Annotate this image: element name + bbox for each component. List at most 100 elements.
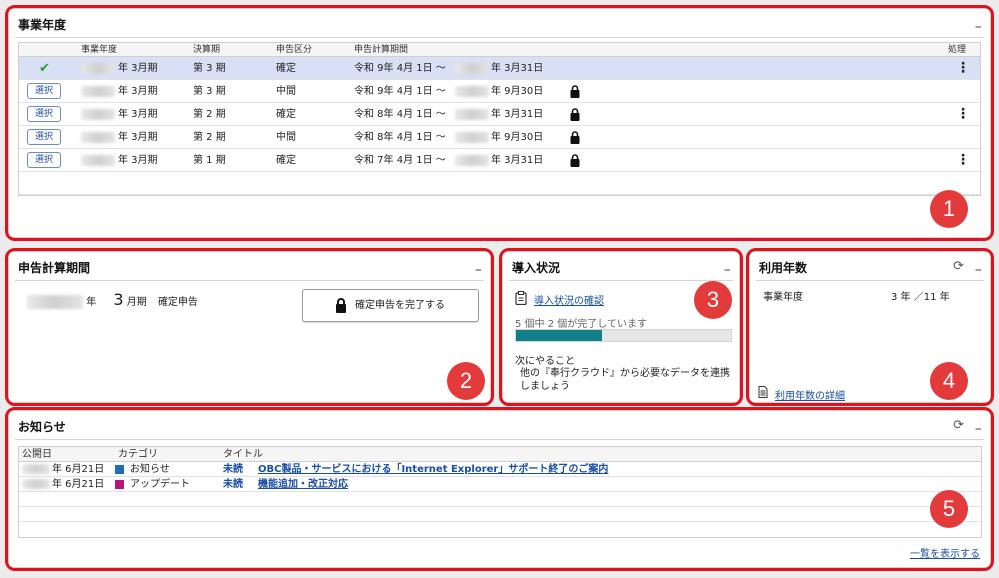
usage-value: 3 年 ／11 年: [891, 292, 950, 303]
redacted-year: [455, 131, 489, 143]
setup-status-title: 導入状況: [512, 261, 561, 275]
lock-icon: [570, 131, 580, 147]
refresh-icon[interactable]: ⟳: [953, 418, 964, 433]
progress-text: 5 個中 2 個が完了しています: [515, 319, 647, 330]
select-button[interactable]: 選択: [27, 106, 61, 122]
lock-icon: [570, 154, 580, 170]
minimize-icon[interactable]: _: [976, 417, 982, 430]
redacted-year: [27, 295, 83, 309]
fiscal-year-rows: ✔ 年 3月期第 3 期確定 令和 9年 4月 1日 ～年 3月31日 ⋮ 選択年 3月…: [19, 57, 980, 172]
minimize-icon[interactable]: _: [976, 15, 982, 28]
period-end-cell: 年 3月31日: [491, 109, 544, 120]
show-all-link[interactable]: 一覧を表示する: [910, 545, 980, 560]
title-divider: [15, 280, 484, 281]
usage-detail-link[interactable]: 利用年数の詳細: [775, 387, 845, 402]
redacted-year: [22, 464, 50, 474]
refresh-icon[interactable]: ⟳: [953, 259, 964, 274]
next-step-label: 次にやること: [515, 356, 575, 367]
table-row[interactable]: 選択 年 3月期 第 2 期 中間 令和 8年 4月 1日 ～ 年 9月30日: [19, 126, 980, 149]
unread-status: 未読: [223, 464, 243, 475]
news-table: 公開日 カテゴリ タイトル 年 6月21日 お知らせ 未読 OBC製品・サービスにおけ…: [18, 446, 982, 538]
period-end-cell: 年 9月30日: [491, 132, 544, 143]
fiscal-year-cell: 年 3月期: [118, 132, 158, 143]
period-start-cell: 令和 9年 4月 1日 ～: [354, 86, 446, 97]
more-menu-icon[interactable]: ⋮: [956, 103, 970, 126]
next-step-text: 他の『奉行クラウド』から必要なデータを連携しましょう: [520, 368, 730, 392]
minimize-icon[interactable]: _: [725, 258, 731, 271]
more-menu-icon[interactable]: ⋮: [956, 57, 970, 80]
news-title-link[interactable]: 機能追加・改正対応: [258, 477, 348, 492]
period-summary: 年 3 月期 確定申告: [27, 290, 198, 309]
news-rows: 年 6月21日 お知らせ 未読 OBC製品・サービスにおける「Internet Exp…: [19, 462, 981, 492]
callout-badge-4: 4: [930, 362, 968, 400]
redacted-year: [455, 108, 489, 120]
select-button[interactable]: 選択: [27, 83, 61, 99]
table-header: 公開日 カテゴリ タイトル: [19, 447, 981, 462]
period-start-cell: 令和 9年 4月 1日 ～: [354, 63, 446, 74]
unread-status: 未読: [223, 479, 243, 490]
fiscal-year-cell: 年 3月期: [118, 109, 158, 120]
redacted-year: [81, 131, 115, 143]
period-start-cell: 令和 7年 4月 1日 ～: [354, 155, 446, 166]
select-button[interactable]: 選択: [27, 152, 61, 168]
news-date: 年 6月21日: [52, 479, 105, 490]
table-row[interactable]: 選択 年 3月期 第 1 期 確定 令和 7年 4月 1日 ～ 年 3月31日 ⋮: [19, 149, 980, 172]
usage-years-title: 利用年数: [759, 261, 808, 275]
category-color-square: [115, 480, 124, 489]
filing-type-cell: 中間: [276, 86, 296, 97]
news-row[interactable]: 年 6月21日 お知らせ 未読 OBC製品・サービスにおける「Internet Exp…: [19, 462, 981, 477]
progress-bar: [515, 329, 732, 342]
period-panel: 申告計算期間 _ 年 3 月期 確定申告 確定申告を完了する: [8, 251, 491, 403]
callout-badge-1: 1: [930, 190, 968, 228]
news-category: アップデート: [130, 479, 190, 490]
col-date: 公開日: [22, 449, 52, 460]
redacted-year: [81, 85, 115, 97]
year-suffix: 年: [86, 297, 97, 308]
fiscal-year-title: 事業年度: [18, 18, 67, 32]
col-period: 申告計算期間: [354, 45, 409, 55]
term-cell: 第 2 期: [193, 132, 226, 143]
redacted-year: [455, 62, 489, 74]
redacted-year: [81, 62, 115, 74]
table-row[interactable]: ✔ 年 3月期 第 3 期 確定 令和 9年 4月 1日 ～ 年 3月31日 ⋮: [19, 57, 980, 80]
minimize-icon[interactable]: _: [476, 258, 482, 271]
setup-status-panel: 導入状況 _ 導入状況の確認 5 個中 2 個が完了しています 次にやること 他…: [502, 251, 740, 403]
col-filing-type: 申告区分: [276, 45, 313, 55]
clipboard-icon: [515, 291, 527, 308]
table-row[interactable]: 選択 年 3月期 第 3 期 中間 令和 9年 4月 1日 ～ 年 9月30日: [19, 80, 980, 103]
filing-type-cell: 確定: [276, 155, 296, 166]
title-divider: [509, 280, 733, 281]
fiscal-year-table: 事業年度 決算期 申告区分 申告計算期間 処理 ✔ 年 3月期第 3 期確定 令和 …: [18, 42, 981, 196]
table-row[interactable]: 選択 年 3月期 第 2 期 確定 令和 8年 4月 1日 ～ 年 3月31日 ⋮: [19, 103, 980, 126]
term-cell: 第 3 期: [193, 63, 226, 74]
select-button[interactable]: 選択: [27, 129, 61, 145]
minimize-icon[interactable]: _: [976, 258, 982, 271]
redacted-year: [22, 479, 50, 489]
table-header: 事業年度 決算期 申告区分 申告計算期間 処理: [19, 43, 980, 57]
redacted-year: [455, 154, 489, 166]
complete-filing-button[interactable]: 確定申告を完了する: [302, 289, 479, 322]
news-category: お知らせ: [130, 464, 170, 475]
col-fiscal-year: 事業年度: [81, 45, 118, 55]
period-end-cell: 年 9月30日: [491, 86, 544, 97]
filing-type-cell: 中間: [276, 132, 296, 143]
empty-row: [19, 507, 981, 522]
fiscal-year-cell: 年 3月期: [118, 155, 158, 166]
empty-row: [19, 172, 980, 195]
period-end-cell: 年 3月31日: [491, 63, 544, 74]
redacted-year: [81, 154, 115, 166]
title-divider: [15, 37, 984, 38]
news-row[interactable]: 年 6月21日 アップデート 未読 機能追加・改正対応: [19, 477, 981, 492]
usage-label: 事業年度: [763, 292, 803, 303]
news-title-link[interactable]: OBC製品・サービスにおける「Internet Explorer」サポート終了の…: [258, 462, 608, 477]
complete-filing-label: 確定申告を完了する: [355, 300, 445, 311]
more-menu-icon[interactable]: ⋮: [956, 149, 970, 172]
setup-status-link[interactable]: 導入状況の確認: [534, 292, 604, 307]
period-start-cell: 令和 8年 4月 1日 ～: [354, 109, 446, 120]
period-start-cell: 令和 8年 4月 1日 ～: [354, 132, 446, 143]
fiscal-year-cell: 年 3月期: [118, 86, 158, 97]
term-cell: 第 1 期: [193, 155, 226, 166]
title-divider: [15, 439, 984, 440]
term-cell: 第 2 期: [193, 109, 226, 120]
callout-badge-3: 3: [694, 281, 732, 319]
